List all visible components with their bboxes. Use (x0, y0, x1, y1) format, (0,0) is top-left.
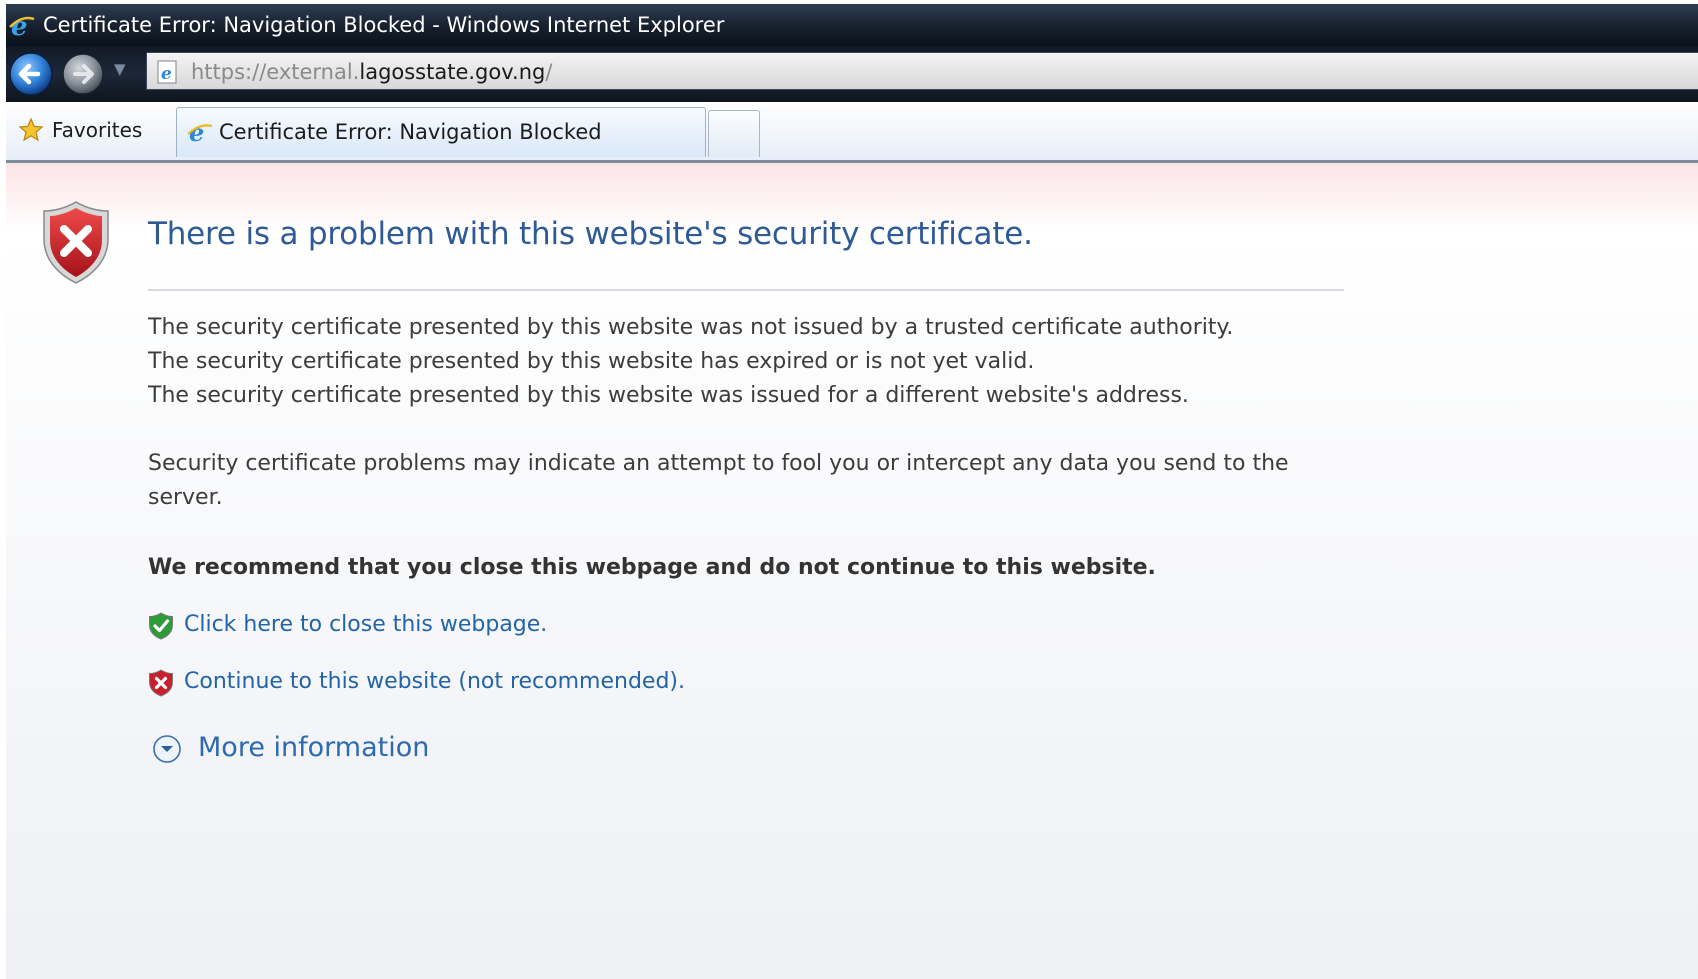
page-content: There is a problem with this website's s… (6, 163, 1698, 979)
forward-arrow-icon (62, 53, 104, 95)
window-title: Certificate Error: Navigation Blocked - … (43, 13, 725, 37)
chevron-down-circle-icon (152, 734, 182, 773)
url-path: / (545, 60, 553, 84)
shield-check-icon (148, 612, 174, 649)
back-button[interactable] (8, 51, 54, 101)
continue-label[interactable]: Continue to this website (not recommende… (184, 667, 685, 697)
favorites-button[interactable]: Favorites (18, 114, 142, 146)
page-title: There is a problem with this website's s… (148, 216, 1033, 252)
recommendation-text: We recommend that you close this webpage… (148, 555, 1156, 580)
svg-text:e: e (161, 64, 172, 84)
url-protocol: https://external. (191, 60, 360, 84)
url-host: lagosstate.gov.ng (359, 60, 546, 84)
reason-list: The security certificate presented by th… (148, 311, 1233, 413)
reason-item: The security certificate presented by th… (148, 349, 1035, 374)
divider (148, 289, 1344, 291)
warning-text: Security certificate problems may indica… (148, 451, 1289, 510)
address-bar[interactable]: e https://external.lagosstate.gov.ng/ (146, 52, 1698, 90)
favorites-label: Favorites (52, 118, 143, 142)
chevron-down-icon[interactable]: ▼ (114, 60, 126, 78)
forward-button[interactable] (60, 51, 106, 101)
back-arrow-icon (9, 52, 53, 96)
reason-item: The security certificate presented by th… (148, 315, 1234, 340)
more-information-label[interactable]: More information (198, 731, 429, 765)
shield-x-small-icon (148, 669, 174, 706)
star-icon (18, 117, 44, 152)
close-webpage-label[interactable]: Click here to close this webpage. (184, 610, 547, 640)
reason-item: The security certificate presented by th… (148, 383, 1189, 408)
shield-x-icon (40, 199, 112, 289)
tab-bar: Favorites e Certificate Error: Navigatio… (6, 102, 1698, 163)
url-text[interactable]: https://external.lagosstate.gov.ng/ (191, 59, 552, 85)
svg-text:e: e (11, 12, 28, 39)
page-icon: e (155, 59, 181, 89)
browser-window: e Certificate Error: Navigation Blocked … (6, 0, 1698, 979)
tab-certificate-error[interactable]: e Certificate Error: Navigation Blocked (176, 107, 706, 157)
title-bar: e Certificate Error: Navigation Blocked … (6, 4, 1698, 46)
navigation-bar: ▼ e https://external.lagosstate.gov.ng/ (6, 46, 1698, 102)
tab-label: Certificate Error: Navigation Blocked (219, 120, 602, 144)
ie-logo-icon: e (187, 118, 213, 149)
new-tab-button[interactable] (708, 110, 760, 157)
